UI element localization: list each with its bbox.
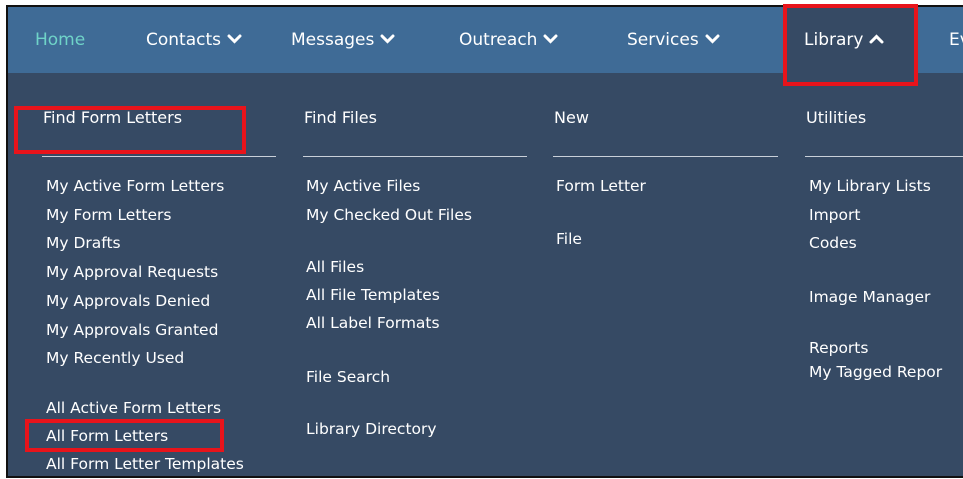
nav-messages-label: Messages — [291, 30, 375, 50]
link-my-checked-out-files[interactable]: My Checked Out Files — [306, 205, 472, 225]
chevron-down-icon — [543, 34, 558, 44]
heading-find-files: Find Files — [304, 108, 377, 127]
nav-home-label: Home — [35, 30, 86, 50]
nav-services[interactable]: Services — [627, 7, 720, 73]
link-all-files[interactable]: All Files — [306, 257, 364, 277]
link-my-approvals-granted[interactable]: My Approvals Granted — [46, 320, 218, 340]
link-my-form-letters[interactable]: My Form Letters — [46, 205, 171, 225]
link-new-form-letter[interactable]: Form Letter — [556, 176, 646, 196]
app-frame: Home Contacts Messages Outreach Services… — [6, 5, 963, 478]
link-reports[interactable]: Reports — [809, 338, 868, 358]
divider — [303, 156, 527, 157]
nav-outreach-label: Outreach — [459, 30, 538, 50]
link-my-approval-requests[interactable]: My Approval Requests — [46, 262, 218, 282]
link-codes[interactable]: Codes — [809, 233, 857, 253]
link-file-search[interactable]: File Search — [306, 367, 390, 387]
divider — [805, 156, 963, 157]
link-all-active-form-letters[interactable]: All Active Form Letters — [46, 398, 221, 418]
divider — [42, 156, 276, 157]
chevron-up-icon — [869, 33, 884, 43]
chevron-down-icon — [380, 34, 395, 44]
heading-utilities: Utilities — [806, 108, 867, 127]
chevron-down-icon — [705, 34, 720, 44]
link-library-directory[interactable]: Library Directory — [306, 419, 437, 439]
nav-events-label: Ev — [949, 30, 963, 50]
nav-library[interactable]: Library — [783, 7, 917, 73]
nav-outreach[interactable]: Outreach — [459, 7, 558, 73]
link-import[interactable]: Import — [809, 205, 860, 225]
chevron-down-icon — [227, 34, 242, 44]
nav-contacts[interactable]: Contacts — [146, 7, 242, 73]
link-image-manager[interactable]: Image Manager — [809, 287, 930, 307]
link-all-file-templates[interactable]: All File Templates — [306, 285, 440, 305]
link-all-form-letters[interactable]: All Form Letters — [46, 426, 168, 446]
link-all-label-formats[interactable]: All Label Formats — [306, 313, 440, 333]
link-my-approvals-denied[interactable]: My Approvals Denied — [46, 291, 210, 311]
link-new-file[interactable]: File — [556, 229, 582, 249]
nav-home[interactable]: Home — [35, 7, 85, 73]
heading-find-form-letters: Find Form Letters — [43, 108, 183, 127]
link-my-recently-used[interactable]: My Recently Used — [46, 348, 184, 368]
top-nav: Home Contacts Messages Outreach Services… — [8, 7, 963, 73]
link-my-active-files[interactable]: My Active Files — [306, 176, 420, 196]
link-my-library-lists[interactable]: My Library Lists — [809, 176, 931, 196]
nav-events[interactable]: Ev — [949, 7, 963, 73]
link-all-form-letter-templates[interactable]: All Form Letter Templates — [46, 454, 244, 474]
nav-messages[interactable]: Messages — [291, 7, 395, 73]
divider — [553, 156, 778, 157]
nav-library-label: Library — [804, 30, 864, 50]
heading-new: New — [554, 108, 589, 127]
nav-services-label: Services — [627, 30, 699, 50]
nav-contacts-label: Contacts — [146, 30, 221, 50]
link-my-tagged-reports[interactable]: My Tagged Repor — [809, 362, 942, 382]
link-my-active-form-letters[interactable]: My Active Form Letters — [46, 176, 224, 196]
link-my-drafts[interactable]: My Drafts — [46, 233, 121, 253]
